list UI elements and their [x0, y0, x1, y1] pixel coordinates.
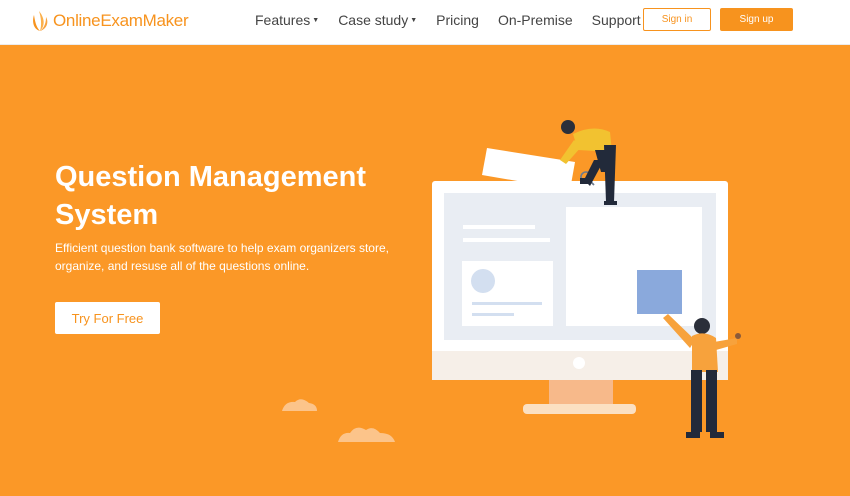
signin-button[interactable]: Sign in: [643, 8, 711, 31]
logo-icon: [33, 11, 48, 31]
nav-features[interactable]: Features ▼: [255, 12, 319, 28]
caret-down-icon: ▼: [312, 16, 320, 24]
cloud-shape: [282, 399, 317, 411]
try-for-free-button[interactable]: Try For Free: [55, 302, 160, 334]
text-line: [463, 225, 535, 229]
nav-on-premise-label: On-Premise: [497, 12, 573, 28]
nav-pricing[interactable]: Pricing: [436, 12, 479, 28]
avatar-placeholder: [471, 269, 495, 293]
brand-logo[interactable]: OnlineExamMaker: [30, 8, 189, 34]
nav-on-premise[interactable]: On-Premise: [498, 12, 573, 28]
text-line: [472, 313, 514, 316]
hero-section: Question Management System Efficient que…: [0, 45, 850, 496]
top-navbar: OnlineExamMaker Features ▼ Case study ▼ …: [0, 0, 850, 45]
monitor-neck: [549, 378, 613, 405]
monitor-base: [523, 404, 636, 414]
text-line: [472, 302, 542, 305]
text-line: [463, 238, 550, 242]
nav-case-study-label: Case study: [338, 12, 409, 28]
signup-button[interactable]: Sign up: [720, 8, 793, 31]
nav-case-study[interactable]: Case study ▼: [338, 12, 417, 28]
nav-pricing-label: Pricing: [436, 12, 479, 28]
monitor-power-dot: [573, 357, 585, 369]
cloud-shape: [338, 427, 395, 442]
brand-name: OnlineExamMaker: [53, 11, 189, 30]
hero-illustration: [282, 120, 741, 442]
main-nav: Features ▼ Case study ▼ Pricing On-Premi…: [255, 12, 669, 28]
caret-down-icon: ▼: [410, 16, 418, 24]
nav-support-label: Support: [591, 12, 641, 28]
nav-features-label: Features: [255, 12, 311, 28]
blue-block: [637, 270, 682, 314]
profile-card: [462, 261, 553, 326]
nav-support[interactable]: Support ▼: [592, 12, 650, 28]
